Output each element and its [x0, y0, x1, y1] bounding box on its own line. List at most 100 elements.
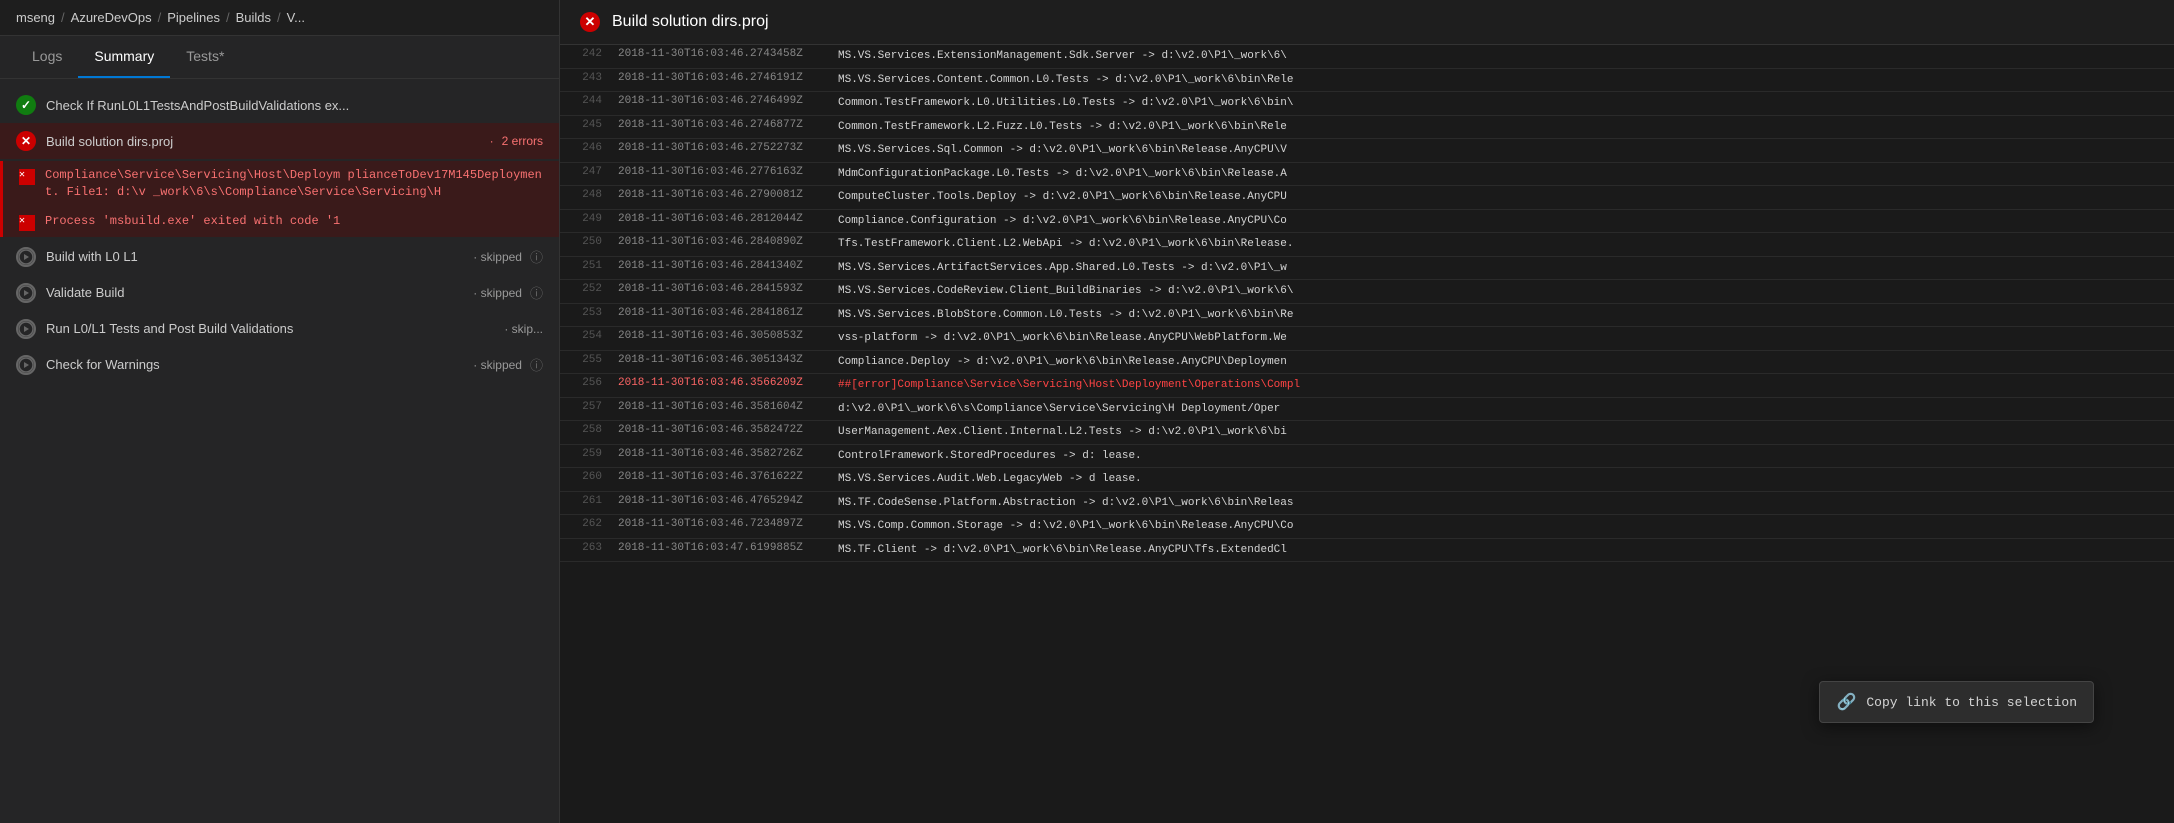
log-timestamp: 2018-11-30T16:03:46.2841861Z [610, 304, 830, 322]
tab-summary[interactable]: Summary [78, 36, 170, 78]
log-timestamp: 2018-11-30T16:03:46.2743458Z [610, 45, 830, 63]
log-row[interactable]: 2512018-11-30T16:03:46.2841340ZMS.VS.Ser… [560, 257, 2174, 281]
log-timestamp: 2018-11-30T16:03:46.2752273Z [610, 139, 830, 157]
log-row[interactable]: 2462018-11-30T16:03:46.2752273ZMS.VS.Ser… [560, 139, 2174, 163]
log-message: MS.VS.Services.Audit.Web.LegacyWeb -> d … [830, 468, 2174, 491]
log-row[interactable]: 2552018-11-30T16:03:46.3051343ZComplianc… [560, 351, 2174, 375]
log-message: Common.TestFramework.L0.Utilities.L0.Tes… [830, 92, 2174, 115]
info-icon-4[interactable]: ⓘ [530, 355, 543, 374]
log-row[interactable]: 2442018-11-30T16:03:46.2746499ZCommon.Te… [560, 92, 2174, 116]
log-row[interactable]: 2632018-11-30T16:03:47.6199885ZMS.TF.Cli… [560, 539, 2174, 563]
log-linenum: 246 [560, 139, 610, 157]
log-message: MS.VS.Services.BlobStore.Common.L0.Tests… [830, 304, 2174, 327]
breadcrumb-builds[interactable]: Builds [236, 10, 271, 25]
step-build-dirs[interactable]: ✕ Build solution dirs.proj · 2 errors [0, 123, 559, 159]
pipeline-steps-list: ✓ Check If RunL0L1TestsAndPostBuildValid… [0, 79, 559, 823]
step-check-warnings[interactable]: Check for Warnings · skipped ⓘ [0, 347, 559, 383]
log-row[interactable]: 2422018-11-30T16:03:46.2743458ZMS.VS.Ser… [560, 45, 2174, 69]
error-item-compliance[interactable]: ✕ Compliance\Service\Servicing\Host\Depl… [3, 161, 559, 207]
log-linenum: 243 [560, 69, 610, 87]
log-linenum: 260 [560, 468, 610, 486]
log-message: Compliance.Configuration -> d:\v2.0\P1\_… [830, 210, 2174, 233]
log-row[interactable]: 2532018-11-30T16:03:46.2841861ZMS.VS.Ser… [560, 304, 2174, 328]
log-row[interactable]: 2472018-11-30T16:03:46.2776163ZMdmConfig… [560, 163, 2174, 187]
step-run-tests-label: Run L0/L1 Tests and Post Build Validatio… [46, 321, 496, 336]
log-row[interactable]: 2582018-11-30T16:03:46.3582472ZUserManag… [560, 421, 2174, 445]
step-check-runtests[interactable]: ✓ Check If RunL0L1TestsAndPostBuildValid… [0, 87, 559, 123]
log-row[interactable]: 2562018-11-30T16:03:46.3566209Z##[error]… [560, 374, 2174, 398]
log-linenum: 245 [560, 116, 610, 134]
log-message: Tfs.TestFramework.Client.L2.WebApi -> d:… [830, 233, 2174, 256]
log-message: d:\v2.0\P1\_work\6\s\Compliance\Service\… [830, 398, 2174, 421]
log-row[interactable]: 2592018-11-30T16:03:46.3582726ZControlFr… [560, 445, 2174, 469]
step-validate-build-label: Validate Build [46, 285, 465, 300]
log-message: MS.VS.Services.Content.Common.L0.Tests -… [830, 69, 2174, 92]
breadcrumb-azuredevops[interactable]: AzureDevOps [71, 10, 152, 25]
breadcrumb-v[interactable]: V... [287, 10, 305, 25]
info-icon-1[interactable]: ⓘ [530, 247, 543, 266]
log-linenum: 248 [560, 186, 610, 204]
log-timestamp: 2018-11-30T16:03:46.2746499Z [610, 92, 830, 110]
log-message: MS.VS.Services.ArtifactServices.App.Shar… [830, 257, 2174, 280]
log-message: MS.TF.Client -> d:\v2.0\P1\_work\6\bin\R… [830, 539, 2174, 562]
step-build-l0l1-status: · skipped [473, 250, 522, 264]
log-timestamp: 2018-11-30T16:03:46.2776163Z [610, 163, 830, 181]
step-validate-build-status: · skipped [473, 286, 522, 300]
log-linenum: 254 [560, 327, 610, 345]
log-message: ControlFramework.StoredProcedures -> d: … [830, 445, 2174, 468]
log-linenum: 255 [560, 351, 610, 369]
tab-tests[interactable]: Tests* [170, 36, 240, 78]
log-message: MdmConfigurationPackage.L0.Tests -> d:\v… [830, 163, 2174, 186]
error-item-icon-2: ✕ [19, 215, 35, 231]
log-row[interactable]: 2432018-11-30T16:03:46.2746191ZMS.VS.Ser… [560, 69, 2174, 93]
breadcrumb-mseng[interactable]: mseng [16, 10, 55, 25]
step-validate-build[interactable]: Validate Build · skipped ⓘ [0, 275, 559, 311]
log-message: ComputeCluster.Tools.Deploy -> d:\v2.0\P… [830, 186, 2174, 209]
error-icon: ✕ [16, 131, 36, 151]
log-linenum: 256 [560, 374, 610, 392]
log-message: MS.VS.Services.Sql.Common -> d:\v2.0\P1\… [830, 139, 2174, 162]
copy-link-label[interactable]: Copy link to this selection [1866, 695, 2077, 710]
log-row[interactable]: 2522018-11-30T16:03:46.2841593ZMS.VS.Ser… [560, 280, 2174, 304]
log-row[interactable]: 2572018-11-30T16:03:46.3581604Zd:\v2.0\P… [560, 398, 2174, 422]
log-timestamp: 2018-11-30T16:03:46.3051343Z [610, 351, 830, 369]
log-linenum: 252 [560, 280, 610, 298]
breadcrumb-pipelines[interactable]: Pipelines [167, 10, 220, 25]
right-header-title: Build solution dirs.proj [612, 13, 769, 31]
log-row[interactable]: 2542018-11-30T16:03:46.3050853Zvss-platf… [560, 327, 2174, 351]
log-area[interactable]: 2422018-11-30T16:03:46.2743458ZMS.VS.Ser… [560, 45, 2174, 823]
log-row[interactable]: 2482018-11-30T16:03:46.2790081ZComputeCl… [560, 186, 2174, 210]
log-timestamp: 2018-11-30T16:03:46.2841593Z [610, 280, 830, 298]
log-row[interactable]: 2492018-11-30T16:03:46.2812044ZComplianc… [560, 210, 2174, 234]
step-run-tests-status: · skip... [504, 322, 543, 336]
right-header: ✕ Build solution dirs.proj [560, 0, 2174, 45]
log-timestamp: 2018-11-30T16:03:46.2746191Z [610, 69, 830, 87]
step-run-tests[interactable]: Run L0/L1 Tests and Post Build Validatio… [0, 311, 559, 347]
log-row[interactable]: 2622018-11-30T16:03:46.7234897ZMS.VS.Com… [560, 515, 2174, 539]
log-linenum: 251 [560, 257, 610, 275]
step-build-l0l1[interactable]: Build with L0 L1 · skipped ⓘ [0, 239, 559, 275]
error-item-msbuild[interactable]: ✕ Process 'msbuild.exe' exited with code… [3, 207, 559, 237]
tab-logs[interactable]: Logs [16, 36, 78, 78]
log-row[interactable]: 2612018-11-30T16:03:46.4765294ZMS.TF.Cod… [560, 492, 2174, 516]
tabs-bar: Logs Summary Tests* [0, 36, 559, 79]
log-row[interactable]: 2602018-11-30T16:03:46.3761622ZMS.VS.Ser… [560, 468, 2174, 492]
log-linenum: 244 [560, 92, 610, 110]
log-linenum: 249 [560, 210, 610, 228]
log-timestamp: 2018-11-30T16:03:46.2790081Z [610, 186, 830, 204]
step-build-dirs-error-count: 2 errors [502, 134, 543, 148]
log-timestamp: 2018-11-30T16:03:46.3582472Z [610, 421, 830, 439]
log-linenum: 258 [560, 421, 610, 439]
copy-link-popup[interactable]: 🔗 Copy link to this selection [1819, 681, 2094, 723]
right-panel: ✕ Build solution dirs.proj 2422018-11-30… [560, 0, 2174, 823]
log-row[interactable]: 2502018-11-30T16:03:46.2840890ZTfs.TestF… [560, 233, 2174, 257]
log-linenum: 263 [560, 539, 610, 557]
link-icon: 🔗 [1836, 692, 1856, 712]
step-check-warnings-label: Check for Warnings [46, 357, 465, 372]
step-check-warnings-status: · skipped [473, 358, 522, 372]
info-icon-2[interactable]: ⓘ [530, 283, 543, 302]
step-build-dirs-errors: · [490, 134, 494, 148]
log-message: ##[error]Compliance\Service\Servicing\Ho… [830, 374, 2174, 397]
log-row[interactable]: 2452018-11-30T16:03:46.2746877ZCommon.Te… [560, 116, 2174, 140]
log-timestamp: 2018-11-30T16:03:46.2840890Z [610, 233, 830, 251]
